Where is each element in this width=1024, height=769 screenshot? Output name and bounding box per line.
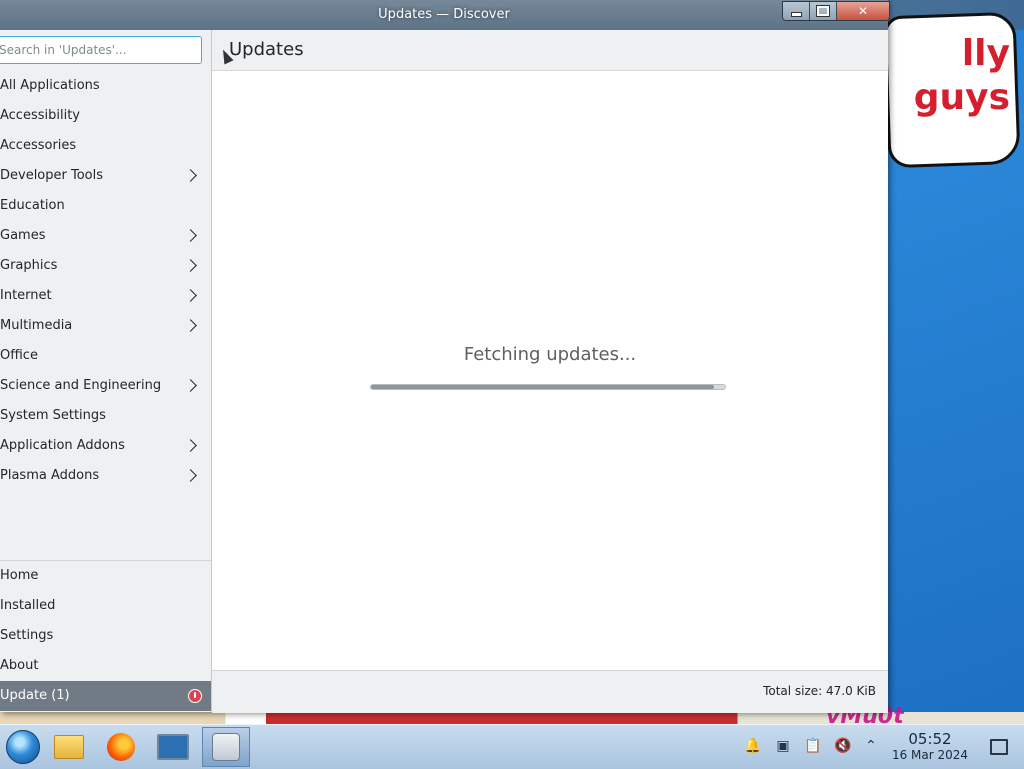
start-menu-icon (6, 730, 40, 764)
sidebar-item-label: Accessories (0, 138, 77, 153)
sidebar-item-settings[interactable]: Settings (0, 621, 211, 651)
page-header: Updates (212, 30, 888, 71)
taskbar-firefox[interactable] (100, 727, 142, 767)
sidebar-item-label: Developer Tools (0, 168, 104, 183)
category-list: All Applications Accessibility Accessori… (0, 71, 211, 491)
sidebar-item-developer-tools[interactable]: Developer Tools (0, 161, 211, 191)
sidebar-item-accessibility[interactable]: Accessibility (0, 101, 211, 131)
sidebar-item-label: Games (0, 228, 46, 243)
sidebar-item-multimedia[interactable]: Multimedia (0, 311, 211, 341)
sidebar-item-label: Graphics (0, 258, 58, 273)
monitor-icon (157, 734, 189, 760)
sidebar-item-label: Settings (0, 628, 54, 643)
chevron-up-icon[interactable]: ⌃ (862, 737, 880, 755)
start-menu-button[interactable] (2, 727, 44, 767)
chevron-right-icon (184, 379, 197, 392)
updates-footer: Total size: 47.0 KiB (212, 670, 888, 713)
main-content: Updates Fetching updates... Total size: … (212, 30, 888, 713)
volume-muted-icon[interactable]: 🔇 (834, 737, 852, 755)
bubble-line-1: lly (961, 33, 1010, 74)
fetch-progress-bar (370, 384, 726, 390)
page-title: Updates (229, 39, 304, 60)
close-button[interactable]: ✕ (837, 2, 889, 20)
sidebar-item-label: Internet (0, 288, 52, 303)
sidebar-item-label: All Applications (0, 78, 100, 93)
sidebar-item-home[interactable]: Home (0, 561, 211, 591)
discover-tray-icon[interactable]: ▣ (774, 737, 792, 755)
window-title: Updates — Discover (378, 7, 510, 22)
taskbar: 🔔 ▣ 📋 🔇 ⌃ 05:52 16 Mar 2024 (0, 724, 1024, 769)
sidebar-item-games[interactable]: Games (0, 221, 211, 251)
sidebar-item-application-addons[interactable]: Application Addons (0, 431, 211, 461)
sidebar-item-label: Plasma Addons (0, 468, 100, 483)
search-input[interactable] (0, 36, 202, 64)
sidebar-item-label: About (0, 658, 39, 673)
update-alert-icon (188, 689, 202, 703)
firefox-icon (107, 733, 135, 761)
bubble-line-2: guys (913, 77, 1010, 118)
taskbar-discover[interactable] (202, 727, 250, 767)
chevron-right-icon (184, 469, 197, 482)
sidebar: All Applications Accessibility Accessori… (0, 30, 212, 712)
sidebar-item-accessories[interactable]: Accessories (0, 131, 211, 161)
discover-window: Updates — Discover ✕ All Applications Ac… (0, 0, 890, 713)
sidebar-item-label: Accessibility (0, 108, 80, 123)
taskbar-system-monitor[interactable] (152, 727, 194, 767)
chevron-right-icon (184, 259, 197, 272)
clipboard-icon[interactable]: 📋 (804, 737, 822, 755)
discover-icon (212, 733, 240, 761)
sidebar-item-system-settings[interactable]: System Settings (0, 401, 211, 431)
clock[interactable]: 05:52 16 Mar 2024 (890, 731, 970, 763)
clock-date: 16 Mar 2024 (891, 748, 969, 762)
sidebar-bottom-nav: Home Installed Settings About Update (1) (0, 561, 211, 711)
fetching-status-text: Fetching updates... (463, 344, 637, 365)
chevron-right-icon (184, 319, 197, 332)
sidebar-item-graphics[interactable]: Graphics (0, 251, 211, 281)
notifications-bell-icon[interactable]: 🔔 (744, 737, 762, 755)
chevron-right-icon (184, 289, 197, 302)
sidebar-item-label: Application Addons (0, 438, 125, 453)
sidebar-item-label: Multimedia (0, 318, 73, 333)
sidebar-item-update[interactable]: Update (1) (0, 681, 211, 711)
sidebar-item-label: Education (0, 198, 65, 213)
maximize-icon (816, 5, 830, 17)
sidebar-item-plasma-addons[interactable]: Plasma Addons (0, 461, 211, 491)
sidebar-item-label: System Settings (0, 408, 106, 423)
close-icon: ✕ (857, 4, 869, 18)
sidebar-item-label: Installed (0, 598, 56, 613)
wallpaper-bubble-text: lly guys (900, 32, 1010, 120)
show-desktop-icon[interactable] (990, 739, 1008, 755)
window-titlebar[interactable]: Updates — Discover ✕ (0, 0, 890, 30)
sidebar-item-about[interactable]: About (0, 651, 211, 681)
sidebar-item-installed[interactable]: Installed (0, 591, 211, 621)
minimize-icon (790, 11, 802, 17)
maximize-button[interactable] (810, 2, 837, 20)
window-controls: ✕ (782, 1, 890, 21)
sidebar-item-label: Science and Engineering (0, 378, 162, 393)
sidebar-item-label: Office (0, 348, 38, 363)
total-size-label: Total size: 47.0 KiB (763, 684, 876, 698)
sidebar-item-office[interactable]: Office (0, 341, 211, 371)
sidebar-item-all-applications[interactable]: All Applications (0, 71, 211, 101)
chevron-right-icon (184, 169, 197, 182)
sidebar-item-science-and-engineering[interactable]: Science and Engineering (0, 371, 211, 401)
sidebar-item-label: Update (1) (0, 688, 70, 703)
chevron-right-icon (184, 439, 197, 452)
taskbar-file-manager[interactable] (48, 727, 90, 767)
clock-time: 05:52 (908, 730, 952, 748)
folder-icon (54, 735, 84, 759)
chevron-right-icon (184, 229, 197, 242)
minimize-button[interactable] (783, 2, 810, 20)
sidebar-item-internet[interactable]: Internet (0, 281, 211, 311)
progress-fill (371, 385, 715, 389)
sidebar-item-education[interactable]: Education (0, 191, 211, 221)
sidebar-item-label: Home (0, 568, 39, 583)
